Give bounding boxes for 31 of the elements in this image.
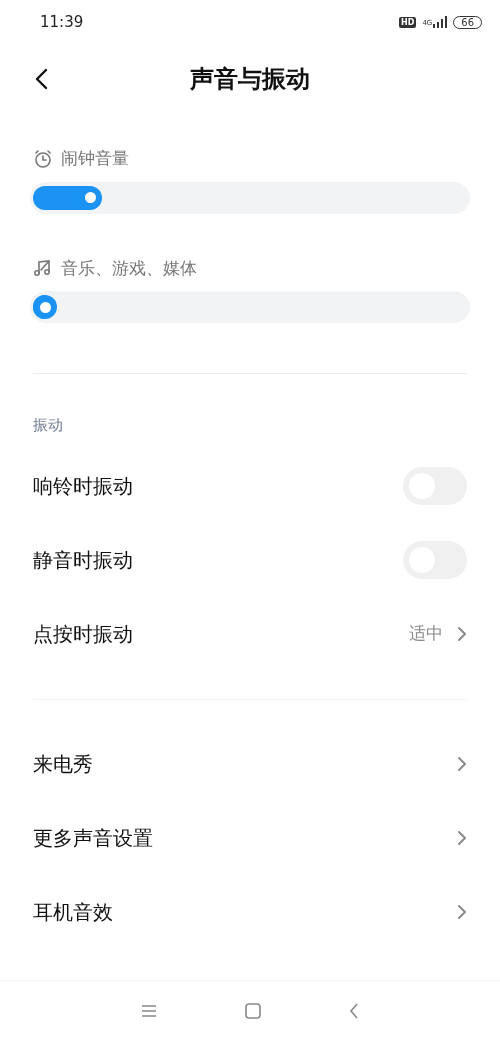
row-label: 响铃时振动 <box>33 472 133 500</box>
row-label: 静音时振动 <box>33 546 133 574</box>
status-time: 11:39 <box>40 11 84 33</box>
chevron-right-icon <box>457 903 467 920</box>
settings-row[interactable]: 响铃时振动 <box>0 448 500 523</box>
section-header: 振动 <box>32 415 64 436</box>
settings-row[interactable]: 来电秀 <box>0 726 500 801</box>
row-label: 来电秀 <box>33 750 93 778</box>
page-title: 声音与振动 <box>190 64 310 95</box>
row-label: 更多声音设置 <box>33 824 153 852</box>
settings-row[interactable]: 更多声音设置 <box>0 800 500 875</box>
volume-label: 闹钟音量 <box>61 147 129 170</box>
settings-row[interactable]: 点按时振动 适中 <box>0 596 500 671</box>
settings-row[interactable]: 耳机音效 <box>0 874 500 949</box>
alarm-clock-icon <box>33 148 53 169</box>
menu-icon[interactable] <box>141 1003 157 1018</box>
volume-label: 音乐、游戏、媒体 <box>61 256 197 280</box>
chevron-right-icon <box>457 829 467 846</box>
back-icon[interactable] <box>349 1002 359 1019</box>
row-value: 适中 <box>409 621 443 645</box>
row-label: 点按时振动 <box>33 620 133 648</box>
hd-badge: HD <box>399 16 417 28</box>
chevron-right-icon <box>457 625 467 642</box>
home-square-icon[interactable] <box>245 1002 261 1019</box>
signal-icon <box>433 16 448 28</box>
music-note-icon <box>33 258 53 279</box>
settings-row[interactable]: 静音时振动 <box>0 522 500 597</box>
row-label: 耳机音效 <box>33 898 113 926</box>
volume-slider[interactable] <box>30 291 470 323</box>
volume-slider[interactable] <box>30 181 470 214</box>
chevron-right-icon <box>457 755 467 772</box>
